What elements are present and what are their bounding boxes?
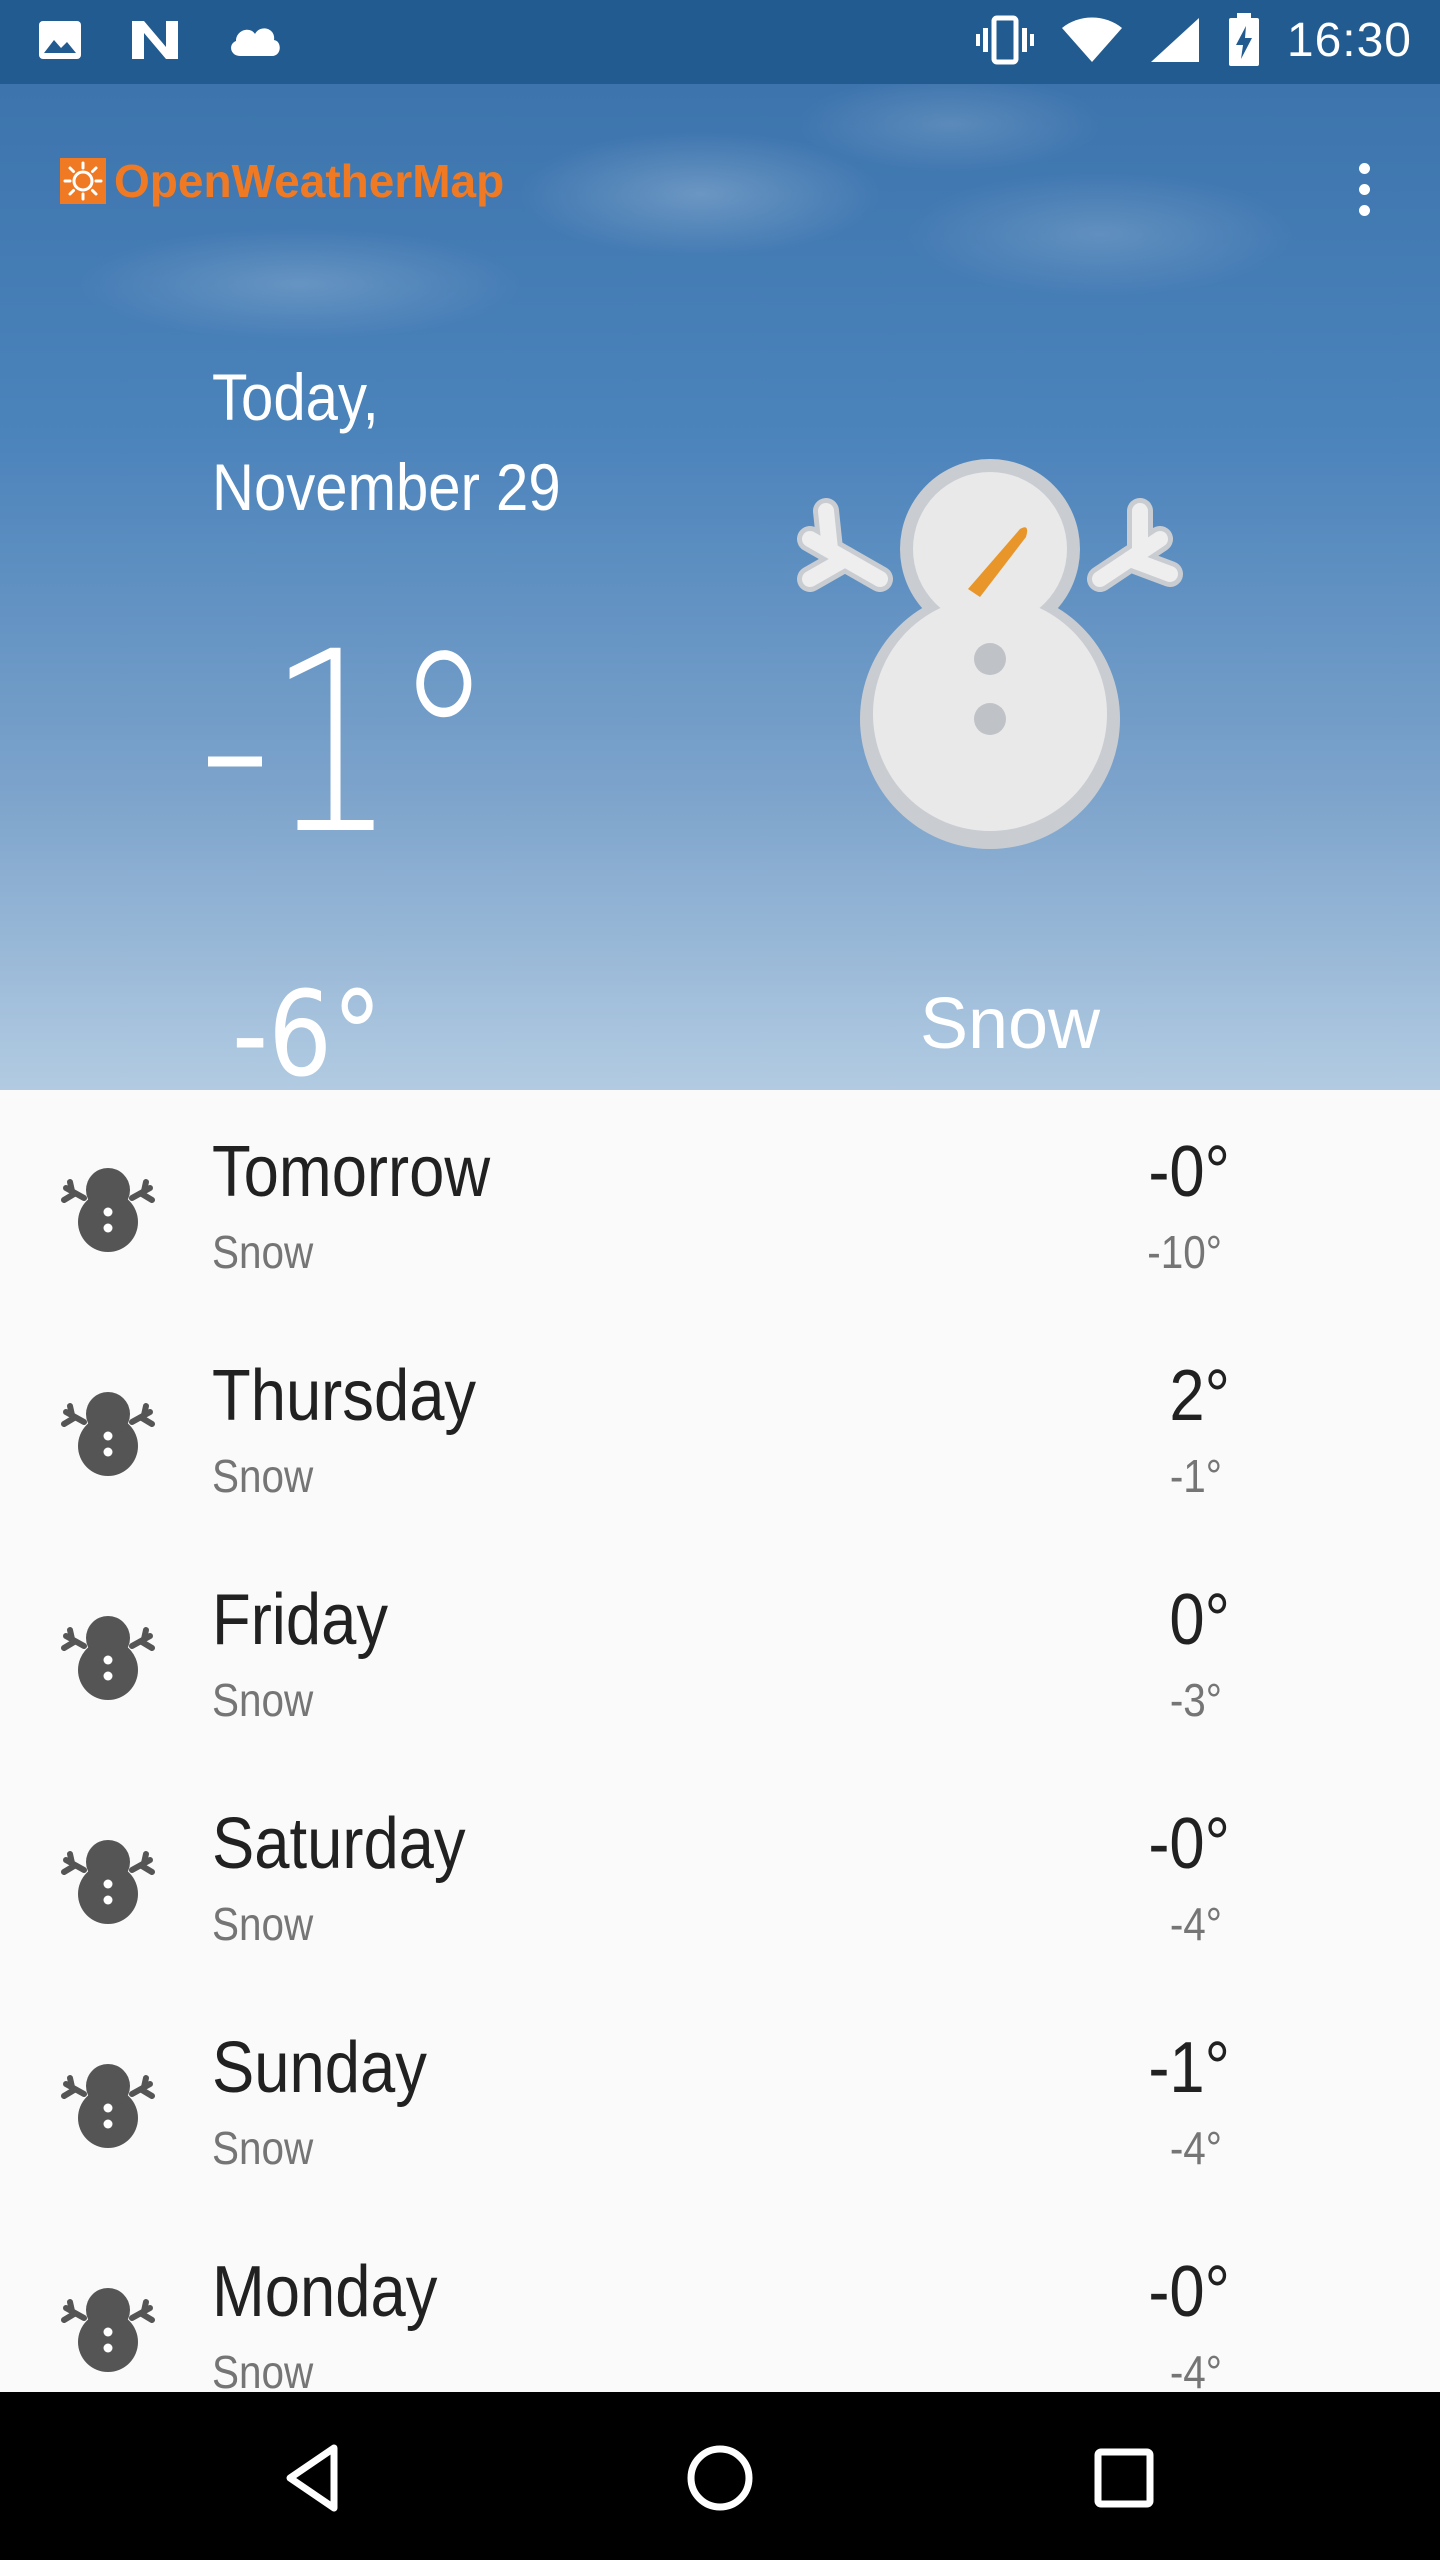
vibrate-icon bbox=[975, 15, 1034, 65]
status-bar: 16:30 bbox=[0, 0, 1440, 84]
forecast-day: Sunday bbox=[212, 2028, 427, 2108]
battery-charging-icon bbox=[1228, 13, 1259, 66]
snowman-icon bbox=[797, 459, 1183, 849]
brand-logo: OpenWeatherMap bbox=[58, 154, 504, 208]
forecast-row-sunday[interactable]: Sunday Snow -1° -4° bbox=[0, 1986, 1440, 2210]
forecast-day: Thursday bbox=[212, 1356, 477, 1436]
forecast-description: Snow bbox=[212, 2122, 314, 2174]
more-options-button[interactable] bbox=[1340, 154, 1388, 224]
forecast-low: -1° bbox=[1169, 1450, 1222, 1502]
wifi-icon bbox=[1061, 17, 1122, 62]
more-vert-icon bbox=[1358, 162, 1370, 174]
snowman-icon bbox=[61, 1168, 155, 1252]
system-status: 16:30 bbox=[975, 12, 1412, 68]
forecast-row-monday[interactable]: Monday Snow -0° -4° bbox=[0, 2210, 1440, 2392]
cloud-notification-icon bbox=[231, 28, 280, 56]
cell-signal-icon bbox=[1150, 18, 1199, 62]
snowman-icon bbox=[61, 2288, 155, 2372]
n-notification-icon bbox=[132, 21, 178, 59]
forecast-description: Snow bbox=[212, 1898, 314, 1950]
forecast-low: -4° bbox=[1169, 2346, 1222, 2392]
navigation-bar bbox=[0, 2392, 1440, 2560]
forecast-low: -10° bbox=[1147, 1226, 1222, 1278]
forecast-row-saturday[interactable]: Saturday Snow -0° -4° bbox=[0, 1762, 1440, 1986]
home-icon[interactable] bbox=[678, 2436, 762, 2520]
forecast-row-friday[interactable]: Friday Snow 0° -3° bbox=[0, 1538, 1440, 1762]
forecast-day: Saturday bbox=[212, 1804, 466, 1884]
today-header: OpenWeatherMap Today, November 29 -1° -6… bbox=[0, 84, 1440, 1103]
forecast-description: Snow bbox=[212, 1450, 314, 1502]
today-condition: Snow bbox=[919, 984, 1101, 1064]
more-vert-dot bbox=[1358, 204, 1370, 216]
forecast-list[interactable]: Tomorrow Snow -0° -10° Thursday Snow 2° -1° Frid… bbox=[0, 1090, 1440, 2392]
sun-logo-icon bbox=[60, 158, 106, 204]
snowman-icon bbox=[61, 2064, 155, 2148]
snowman-icon bbox=[61, 1392, 155, 1476]
back-icon[interactable] bbox=[272, 2436, 356, 2520]
forecast-high: -0° bbox=[1148, 1804, 1230, 1884]
today-date: Today, November 29 bbox=[212, 360, 561, 524]
forecast-description: Snow bbox=[212, 2346, 314, 2392]
forecast-low: -4° bbox=[1169, 2122, 1222, 2174]
forecast-row-tomorrow[interactable]: Tomorrow Snow -0° -10° bbox=[0, 1090, 1440, 1314]
forecast-low: -4° bbox=[1169, 1898, 1222, 1950]
today-low-temperature: -6° bbox=[232, 965, 383, 1103]
notification-icons bbox=[36, 16, 284, 64]
forecast-high: -0° bbox=[1148, 1132, 1230, 1212]
forecast-description: Snow bbox=[212, 1674, 314, 1726]
forecast-high: 2° bbox=[1169, 1356, 1230, 1436]
forecast-low: -3° bbox=[1169, 1674, 1222, 1726]
brand-name: OpenWeatherMap bbox=[114, 155, 505, 207]
forecast-high: 0° bbox=[1169, 1580, 1230, 1660]
forecast-row-thursday[interactable]: Thursday Snow 2° -1° bbox=[0, 1314, 1440, 1538]
forecast-high: -0° bbox=[1148, 2252, 1230, 2332]
forecast-high: -1° bbox=[1148, 2028, 1230, 2108]
status-time: 16:30 bbox=[1286, 13, 1412, 67]
snowman-icon bbox=[61, 1840, 155, 1924]
forecast-day: Friday bbox=[212, 1580, 389, 1660]
image-notification-icon bbox=[39, 21, 81, 59]
forecast-description: Snow bbox=[212, 1226, 314, 1278]
recents-icon[interactable] bbox=[1082, 2436, 1166, 2520]
more-vert-dot bbox=[1358, 183, 1370, 195]
snowman-icon bbox=[61, 1616, 155, 1700]
today-temperature: -1° bbox=[198, 598, 495, 889]
forecast-day: Tomorrow bbox=[212, 1132, 491, 1212]
forecast-day: Monday bbox=[212, 2252, 438, 2332]
